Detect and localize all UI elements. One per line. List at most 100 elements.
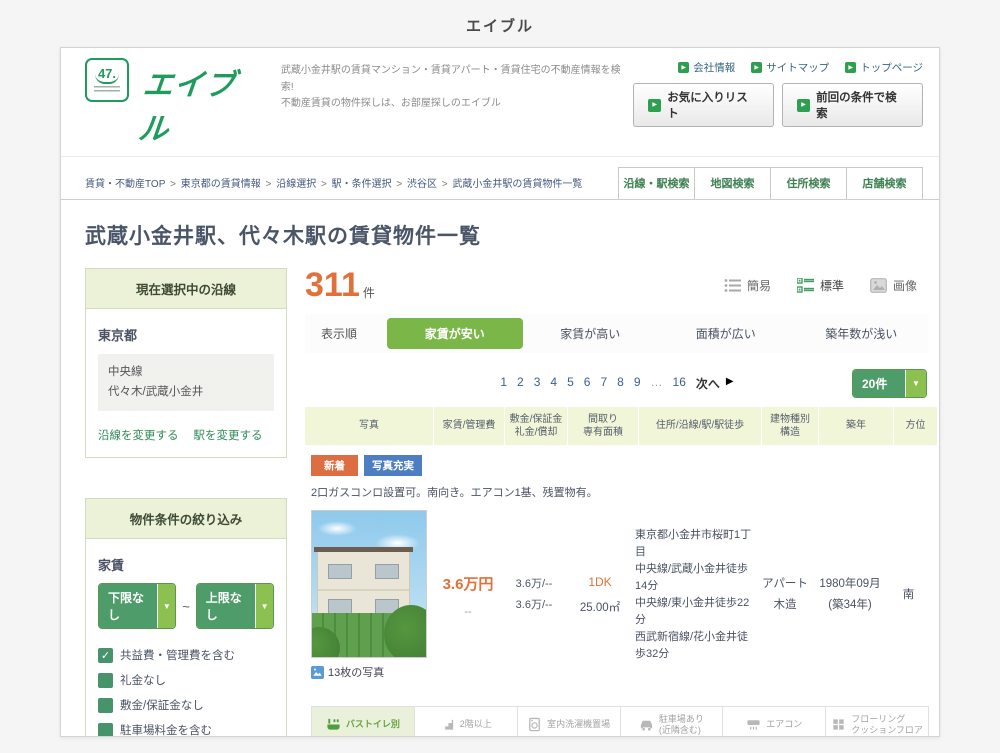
result-count-unit: 件 <box>363 284 375 301</box>
button-label: お気に入りリスト <box>667 89 759 121</box>
previous-search-button[interactable]: 前回の条件で検索 <box>782 83 923 127</box>
chevron-down-icon <box>255 584 273 628</box>
badge-number: 47. <box>95 66 119 84</box>
page-6[interactable]: 6 <box>584 375 591 392</box>
page-9[interactable]: 9 <box>634 375 641 392</box>
built-age: (築34年) <box>813 595 887 616</box>
tab-shop-search[interactable]: 店舗検索 <box>846 167 923 199</box>
sort-rent-asc[interactable]: 家賃が安い <box>387 318 523 349</box>
deposit-cell: 3.6万/-- 3.6万/-- <box>503 574 565 616</box>
view-mode-simple[interactable]: 簡易 <box>724 277 771 294</box>
tab-map-search[interactable]: 地図検索 <box>694 167 771 199</box>
access-line-1: 中央線/武蔵小金井徒歩14分 <box>635 561 757 595</box>
listing-row: 13枚の写真 3.6万円 -- 3.6万/-- 3.6万/-- 1DK 25.0… <box>305 510 929 680</box>
selected-line-box: 現在選択中の沿線 東京都 中央線 代々木/武蔵小金井 沿線を変更する 駅を変更す… <box>85 268 287 458</box>
chevron-down-icon <box>157 584 175 628</box>
rent-max-dropdown[interactable]: 上限なし <box>196 583 274 629</box>
checkbox-label: 駐車場料金を含む <box>120 722 212 737</box>
list-icon <box>724 278 741 293</box>
result-count: 311 <box>305 268 360 302</box>
property-photo[interactable] <box>311 510 427 658</box>
checkbox-include-admin-fee[interactable]: 共益費・管理費を含む <box>98 647 274 663</box>
built-cell: 1980年09月 (築34年) <box>813 574 887 615</box>
view-mode-switcher: 簡易 標準 画像 <box>724 277 929 294</box>
tagline-2: 不動産賃貸の物件探しは、お部屋探しのエイブル <box>281 96 633 113</box>
window-title: エイブル <box>0 0 1000 47</box>
page-5[interactable]: 5 <box>567 375 574 392</box>
address-cell: 東京都小金井市桜町1丁目 中央線/武蔵小金井徒歩14分 中央線/東小金井徒歩22… <box>635 527 757 663</box>
checkbox-label: 礼金なし <box>120 672 166 688</box>
sidebar: 現在選択中の沿線 東京都 中央線 代々木/武蔵小金井 沿線を変更する 駅を変更す… <box>85 268 287 737</box>
green-arrow-icon <box>845 62 856 73</box>
tab-address-search[interactable]: 住所検索 <box>770 167 847 199</box>
page-2[interactable]: 2 <box>517 375 524 392</box>
feature-second-floor-up: 2階以上 <box>415 707 518 737</box>
breadcrumb-item[interactable]: 東京都の賃貸情報 <box>181 179 276 190</box>
col-layout: 間取り専有面積 <box>568 407 638 445</box>
page-8[interactable]: 8 <box>617 375 624 392</box>
standard-list-icon <box>797 278 814 293</box>
able-logo[interactable]: エイブル <box>136 60 269 148</box>
new-badge: 新着 <box>311 455 358 476</box>
layout-value: 1DK <box>565 575 635 589</box>
change-station-link[interactable]: 駅を変更する <box>194 427 263 443</box>
link-sitemap[interactable]: サイトマップ <box>751 60 829 75</box>
checkbox-no-key-money[interactable]: 礼金なし <box>98 672 274 688</box>
page-16[interactable]: 16 <box>673 375 686 392</box>
checkbox-include-parking-fee[interactable]: 駐車場料金を含む <box>98 722 274 737</box>
access-line-3: 西武新宿線/花小金井徒歩32分 <box>635 629 757 663</box>
view-label: 簡易 <box>747 277 771 294</box>
address-value: 東京都小金井市桜町1丁目 <box>635 527 757 561</box>
sort-rent-desc[interactable]: 家賃が高い <box>523 318 659 349</box>
breadcrumb-item[interactable]: 駅・条件選択 <box>332 179 407 190</box>
per-page-dropdown[interactable]: 20件 <box>852 369 927 398</box>
link-top-page[interactable]: トップページ <box>845 60 923 75</box>
view-mode-standard[interactable]: 標準 <box>797 277 844 294</box>
col-built-year: 築年 <box>819 407 893 445</box>
building-cell: アパート 木造 <box>757 574 813 615</box>
header-right: 会社情報 サイトマップ トップページ お気に入りリスト 前回 <box>633 58 923 127</box>
checkbox-icon <box>98 673 113 688</box>
tab-line-station-search[interactable]: 沿線・駅検索 <box>618 167 695 199</box>
change-line-link[interactable]: 沿線を変更する <box>98 427 179 443</box>
breadcrumb-item[interactable]: 渋谷区 <box>407 179 452 190</box>
photo-count-label: 13枚の写真 <box>328 664 384 680</box>
button-label: 前回の条件で検索 <box>816 89 908 121</box>
station-names: 代々木/武蔵小金井 <box>108 383 264 403</box>
link-label: サイトマップ <box>766 60 829 75</box>
image-icon <box>870 278 887 293</box>
tagline-1: 武蔵小金井駅の賃貸マンション・賃貸アパート・賃貸住宅の不動産情報を検索! <box>281 63 633 96</box>
page-4[interactable]: 4 <box>550 375 557 392</box>
breadcrumb: 賃貸・不動産TOP東京都の賃貸情報沿線選択駅・条件選択渋谷区武蔵小金井駅の賃貸物… <box>85 175 582 199</box>
selected-line-info: 中央線 代々木/武蔵小金井 <box>98 354 274 411</box>
page-7[interactable]: 7 <box>600 375 607 392</box>
favorites-list-button[interactable]: お気に入りリスト <box>633 83 774 127</box>
site-panel: 47. エイブル 武蔵小金井駅の賃貸マンション・賃貸アパート・賃貸住宅の不動産情… <box>60 47 940 737</box>
building-type: アパート <box>757 574 813 595</box>
next-page-link[interactable]: 次へ <box>696 375 720 392</box>
rent-min-dropdown[interactable]: 下限なし <box>98 583 176 629</box>
link-company-info[interactable]: 会社情報 <box>678 60 735 75</box>
col-direction: 方位 <box>894 407 937 445</box>
breadcrumb-item[interactable]: 沿線選択 <box>276 179 331 190</box>
rent-max-value: 上限なし <box>197 584 255 628</box>
per-page-value: 20件 <box>853 370 905 397</box>
breadcrumb-item[interactable]: 賃貸・不動産TOP <box>85 179 181 190</box>
photo-count-link[interactable]: 13枚の写真 <box>311 664 433 680</box>
sort-bar: 表示順 家賃が安い 家賃が高い 面積が広い 築年数が浅い <box>305 314 929 353</box>
rent-cell: 3.6万円 -- <box>433 573 503 618</box>
site-header: 47. エイブル 武蔵小金井駅の賃貸マンション・賃貸アパート・賃貸住宅の不動産情… <box>61 48 939 157</box>
feature-grid: バストイレ別 2階以上 室内洗濯機置場 <box>311 706 929 737</box>
tilde-separator: ~ <box>182 599 190 614</box>
sort-age-asc[interactable]: 築年数が浅い <box>794 318 930 349</box>
access-line-2: 中央線/東小金井徒歩22分 <box>635 595 757 629</box>
rent-min-value: 下限なし <box>99 584 157 628</box>
built-date: 1980年09月 <box>813 574 887 595</box>
prefecture-label: 東京都 <box>98 325 274 344</box>
sort-area-desc[interactable]: 面積が広い <box>658 318 794 349</box>
page-3[interactable]: 3 <box>534 375 541 392</box>
view-mode-image[interactable]: 画像 <box>870 277 917 294</box>
page-1[interactable]: 1 <box>500 375 507 392</box>
page-ellipsis: … <box>651 375 663 392</box>
checkbox-no-deposit[interactable]: 敷金/保証金なし <box>98 697 274 713</box>
